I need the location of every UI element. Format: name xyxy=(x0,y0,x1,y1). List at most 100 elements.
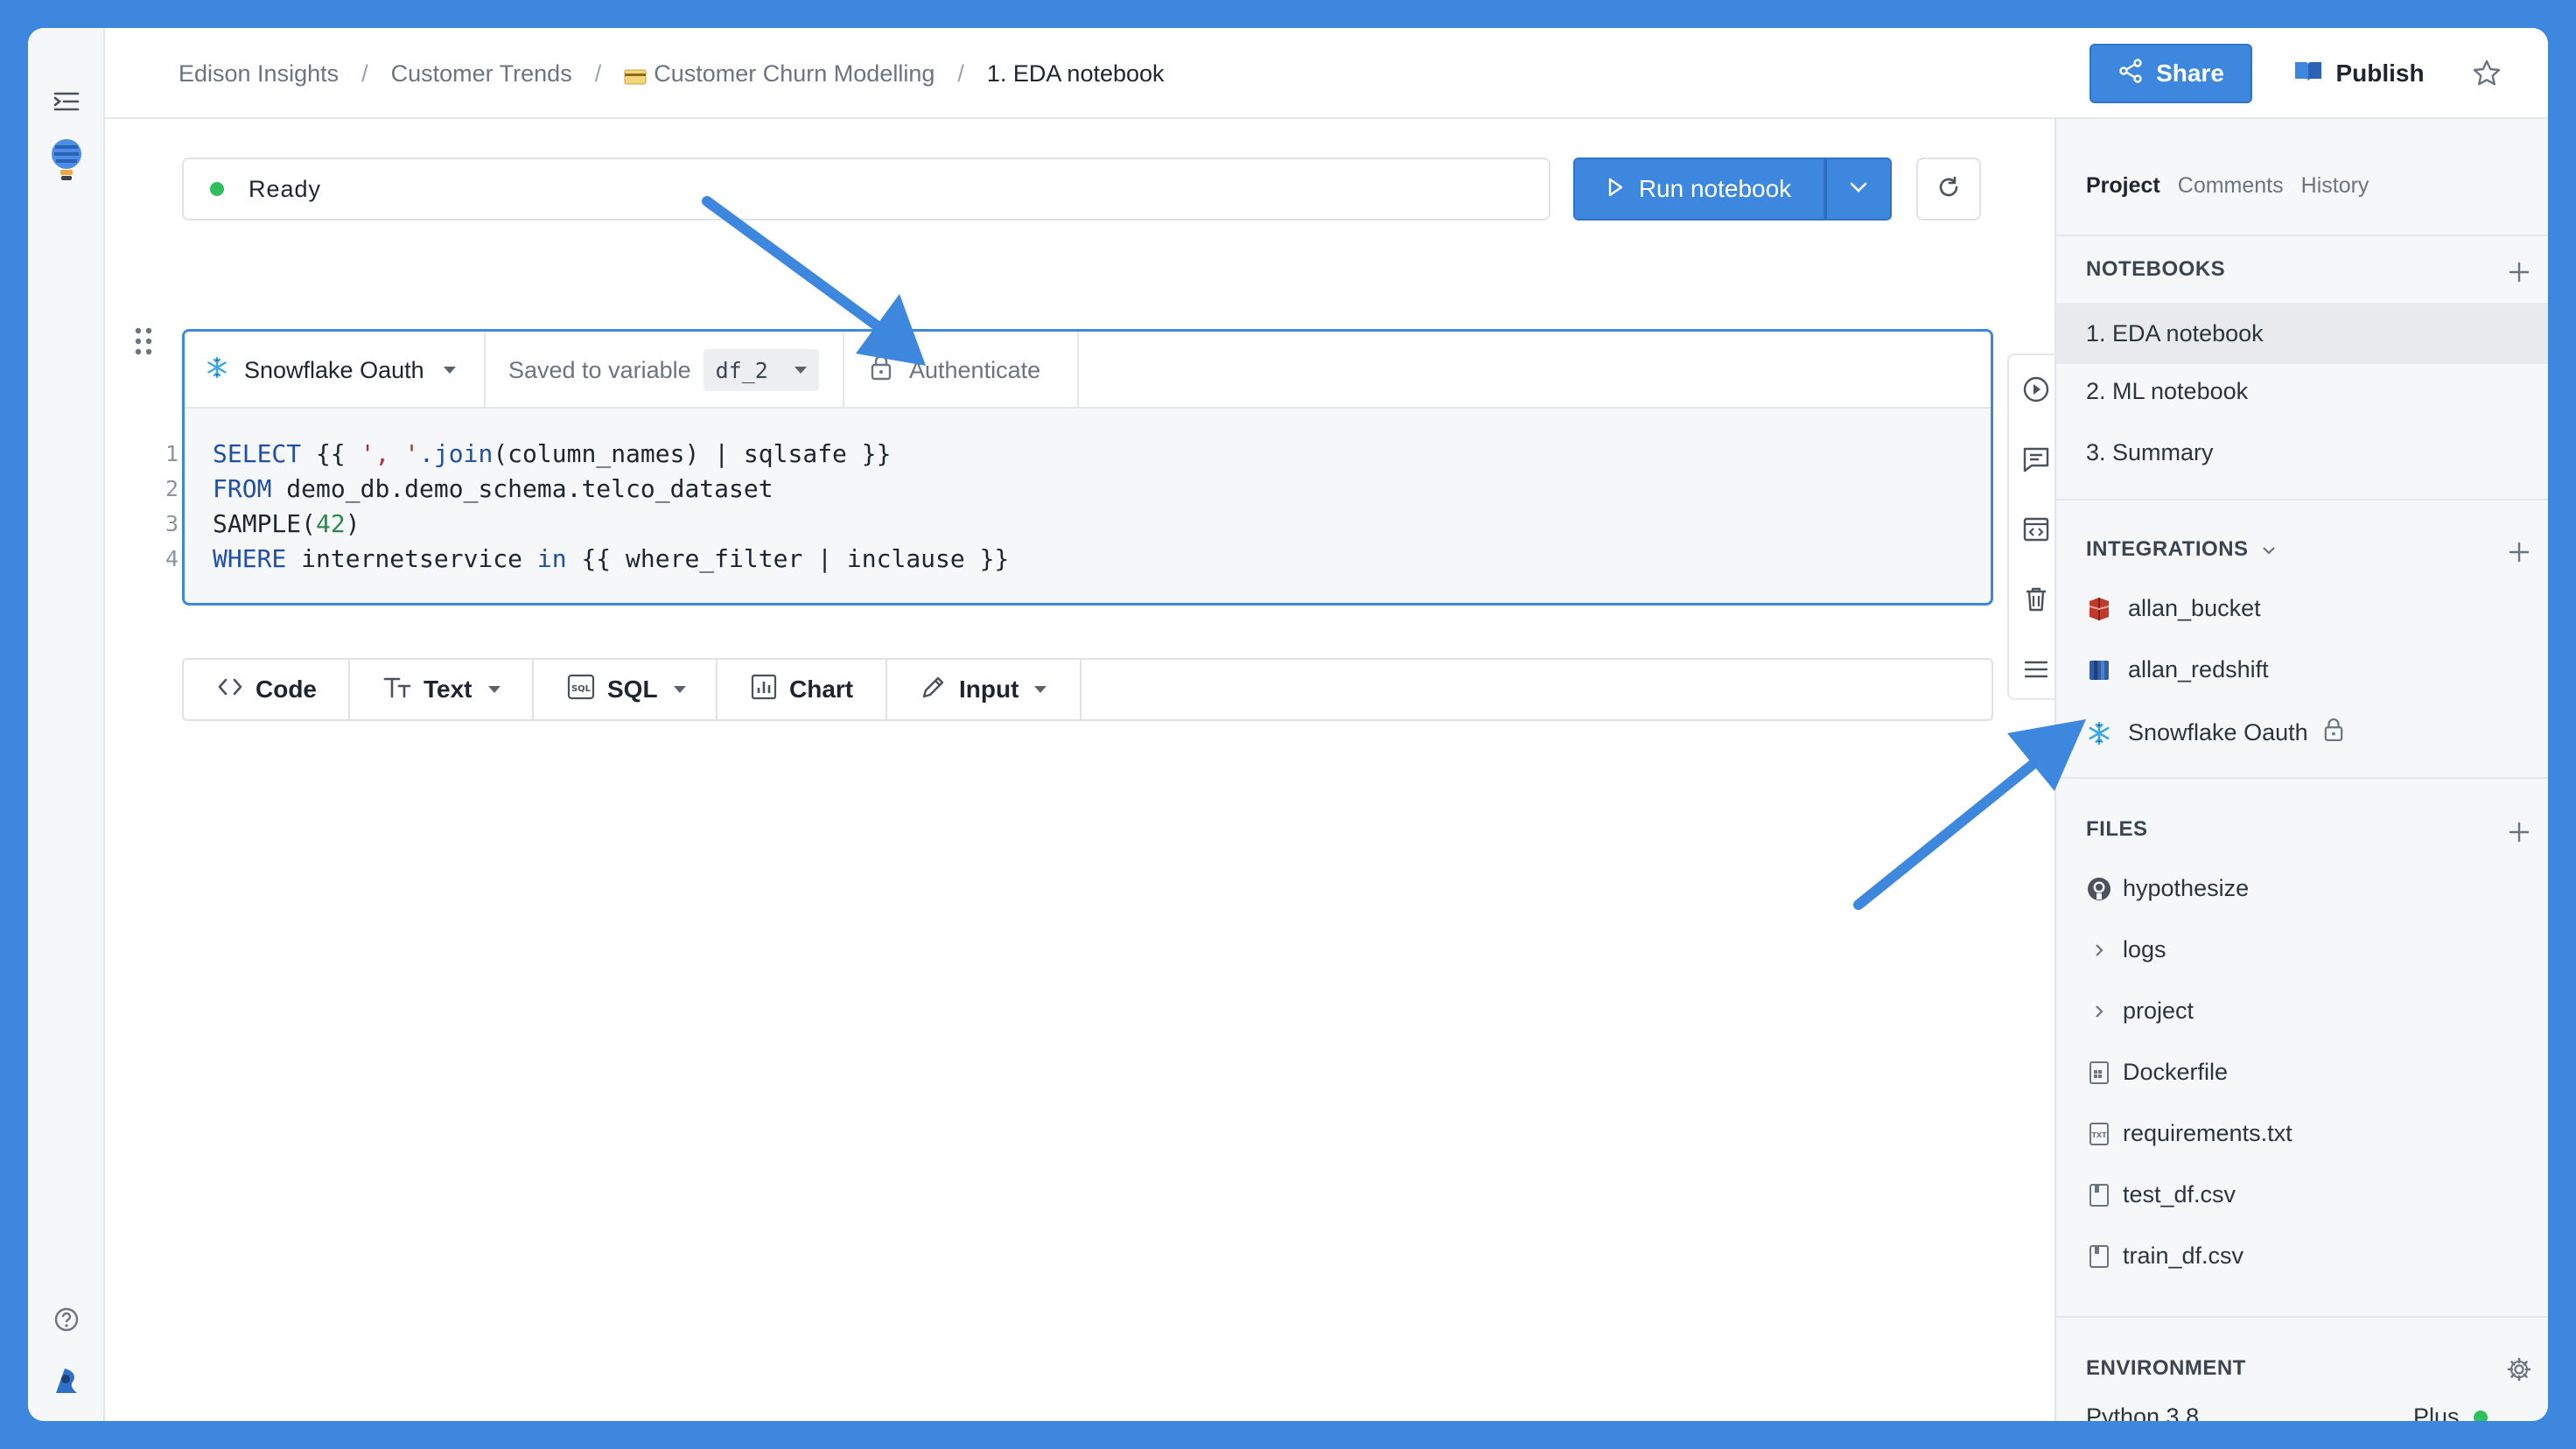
add-chart-label: Chart xyxy=(789,676,854,703)
run-cell-icon[interactable] xyxy=(2020,373,2053,406)
environment-python[interactable]: Python 3.8 xyxy=(2086,1404,2199,1421)
divider xyxy=(2056,1316,2548,1318)
code-token: 42 xyxy=(316,509,346,538)
svg-text:TXT: TXT xyxy=(2091,1131,2107,1139)
integrations-heading[interactable]: INTEGRATIONS xyxy=(2086,537,2277,562)
share-label: Share xyxy=(2156,60,2224,87)
code-text: FROM demo_db.demo_schema.telco_dataset xyxy=(213,472,774,507)
add-code-button[interactable]: Code xyxy=(184,660,350,719)
folder-item-logs[interactable]: logs xyxy=(2086,936,2166,963)
csv-file-icon xyxy=(2086,1243,2112,1270)
add-input-button[interactable]: Input xyxy=(887,660,1082,719)
restart-kernel-button[interactable] xyxy=(1916,158,1981,220)
share-button[interactable]: Share xyxy=(2090,44,2252,103)
sql-icon: SQL xyxy=(567,674,595,706)
code-line[interactable]: SAMPLE(42) xyxy=(185,507,1991,542)
tab-comments[interactable]: Comments xyxy=(2178,173,2284,199)
caret-down-icon xyxy=(443,367,456,374)
plan-label: Plus xyxy=(2413,1404,2460,1421)
notebook-item-2[interactable]: 2. ML notebook xyxy=(2086,378,2248,405)
refresh-icon xyxy=(1936,175,1961,204)
code-line[interactable]: SELECT {{ ', '.join(column_names) | sqls… xyxy=(185,437,1991,472)
gear-icon[interactable] xyxy=(2506,1356,2532,1382)
authenticate-button[interactable]: Authenticate xyxy=(844,332,1079,409)
app-window: Edison Insights / Customer Trends / Cust… xyxy=(28,28,2548,1421)
code-editor[interactable]: SELECT {{ ', '.join(column_names) | sqls… xyxy=(185,437,1991,577)
star-icon[interactable] xyxy=(2468,54,2506,93)
cell-header: Snowflake Oauth Saved to variable df_2 A… xyxy=(185,332,1991,409)
breadcrumb-folder[interactable]: Customer Churn Modelling xyxy=(654,60,934,88)
add-sql-label: SQL xyxy=(607,676,658,703)
folder-item-project[interactable]: project xyxy=(2086,998,2194,1025)
drag-handle-icon[interactable] xyxy=(131,324,156,359)
file-item-requirements[interactable]: TXT requirements.txt xyxy=(2086,1120,2292,1147)
integration-name: Snowflake Oauth xyxy=(244,356,424,383)
github-icon xyxy=(2086,876,2112,902)
add-chart-button[interactable]: Chart xyxy=(718,660,887,719)
integration-selector[interactable]: Snowflake Oauth xyxy=(185,332,486,409)
notebook-label: 1. EDA notebook xyxy=(2086,319,2264,346)
file-item-dockerfile[interactable]: Dockerfile xyxy=(2086,1059,2228,1086)
file-item-test-df[interactable]: test_df.csv xyxy=(2086,1181,2236,1208)
right-panel: Project Comments History NOTEBOOKS 1. ED… xyxy=(2054,119,2548,1421)
integration-item-redshift[interactable]: allan_redshift xyxy=(2086,656,2269,683)
code-brackets-icon xyxy=(217,676,243,704)
add-integration-icon[interactable] xyxy=(2506,539,2532,565)
add-file-icon[interactable] xyxy=(2506,819,2532,845)
chevron-down-icon xyxy=(2261,537,2277,562)
credit-card-icon xyxy=(624,64,647,85)
file-item-hypothesize[interactable]: hypothesize xyxy=(2086,875,2249,902)
play-icon xyxy=(1607,175,1623,203)
redshift-icon xyxy=(2086,657,2112,683)
trash-icon[interactable] xyxy=(2020,583,2053,616)
lock-icon xyxy=(871,354,892,387)
user-avatar-icon[interactable] xyxy=(49,1363,84,1398)
code-text: SAMPLE(42) xyxy=(213,507,360,542)
chevron-right-icon xyxy=(2086,937,2112,963)
publish-button[interactable]: Publish xyxy=(2280,44,2438,103)
line-number: 1 xyxy=(164,441,178,466)
file-label: hypothesize xyxy=(2123,875,2250,901)
menu-icon[interactable] xyxy=(2020,653,2053,686)
run-notebook-button[interactable]: Run notebook xyxy=(1573,158,1825,220)
environment-plan[interactable]: Plus xyxy=(2413,1404,2488,1421)
tab-project[interactable]: Project xyxy=(2086,173,2160,199)
breadcrumb-project[interactable]: Customer Trends xyxy=(391,60,572,88)
breadcrumb-workspace[interactable]: Edison Insights xyxy=(178,60,339,88)
panel-tabs: Project Comments History xyxy=(2086,173,2369,199)
environment-heading: ENVIRONMENT xyxy=(2086,1356,2246,1381)
code-line[interactable]: WHERE internetservice in {{ where_filter… xyxy=(185,542,1991,577)
notebook-item-1[interactable]: 1. EDA notebook xyxy=(2056,303,2548,364)
add-code-label: Code xyxy=(256,676,317,703)
variable-name-selector[interactable]: df_2 xyxy=(703,349,819,391)
notebook-label: 2. ML notebook xyxy=(2086,378,2249,404)
output-variable-group: Saved to variable df_2 xyxy=(486,332,844,409)
file-label: test_df.csv xyxy=(2123,1181,2236,1208)
code-token: (column_names) | sqlsafe }} xyxy=(493,439,892,468)
csv-file-icon xyxy=(2086,1182,2112,1208)
help-icon[interactable] xyxy=(49,1302,84,1337)
code-view-icon[interactable] xyxy=(2020,513,2053,546)
expand-sidebar-icon[interactable] xyxy=(49,84,84,119)
file-label: project xyxy=(2123,998,2194,1024)
publish-label: Publish xyxy=(2335,60,2425,87)
add-sql-button[interactable]: SQL SQL xyxy=(534,660,718,719)
notebook-item-3[interactable]: 3. Summary xyxy=(2086,439,2214,466)
sql-cell[interactable]: Snowflake Oauth Saved to variable df_2 A… xyxy=(182,329,1993,606)
run-options-dropdown[interactable] xyxy=(1825,158,1892,220)
authenticate-label: Authenticate xyxy=(909,356,1041,383)
more-options-icon[interactable] xyxy=(2543,54,2548,93)
add-input-label: Input xyxy=(959,676,1019,703)
add-text-button[interactable]: Text xyxy=(350,660,534,719)
file-label: Dockerfile xyxy=(2123,1059,2229,1085)
code-line[interactable]: FROM demo_db.demo_schema.telco_dataset xyxy=(185,472,1991,507)
integration-item-snowflake[interactable]: Snowflake Oauth xyxy=(2086,718,2343,748)
tab-history[interactable]: History xyxy=(2301,173,2370,199)
code-token: internetservice xyxy=(286,544,537,573)
add-notebook-icon[interactable] xyxy=(2506,259,2532,285)
lightbulb-logo-icon[interactable] xyxy=(49,136,84,186)
comment-icon[interactable] xyxy=(2020,443,2053,476)
integration-item-s3[interactable]: allan_bucket xyxy=(2086,595,2261,622)
file-item-train-df[interactable]: train_df.csv xyxy=(2086,1242,2244,1270)
add-cell-bar: Code Text SQL SQL Chart Input xyxy=(182,658,1993,721)
